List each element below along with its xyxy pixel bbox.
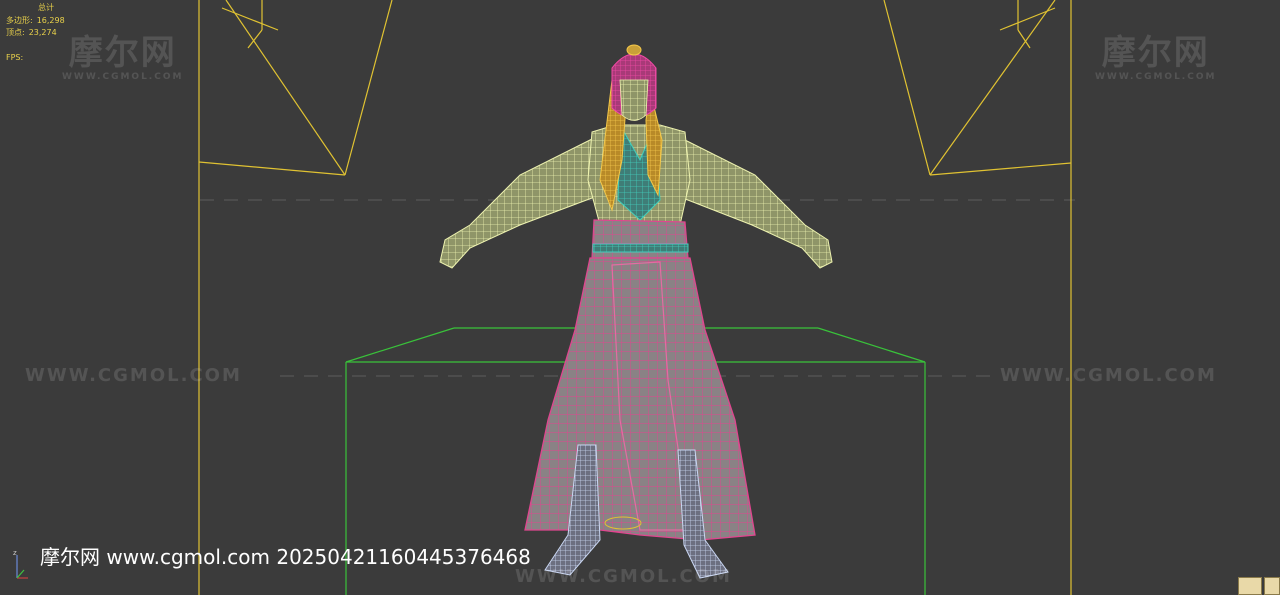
3d-viewport[interactable]: z 总计 多边形: 16,298 顶点: 23,274 FPS: 摩尔网 WWW…: [0, 0, 1280, 595]
viewcube-icon[interactable]: [1264, 577, 1280, 595]
watermark-logo-right: 摩尔网 WWW.CGMOL.COM: [1095, 34, 1216, 82]
face-mesh: [619, 79, 649, 121]
stats-header: 总计: [38, 3, 54, 12]
watermark-url-right: WWW.CGMOL.COM: [1000, 365, 1217, 386]
head-topknot: [626, 44, 642, 56]
verts-value: 23,274: [28, 28, 57, 37]
scene-render: z: [13, 0, 1075, 595]
verts-label: 顶点:: [6, 28, 25, 37]
watermark-url-bottom: WWW.CGMOL.COM: [515, 566, 732, 587]
svg-text:z: z: [13, 549, 17, 557]
watermark-logo-en: WWW.CGMOL.COM: [1095, 72, 1217, 82]
watermark-logo-cn: 摩尔网: [1101, 33, 1210, 73]
left-arm-mesh: [439, 134, 601, 269]
polys-value: 16,298: [36, 15, 65, 25]
camera-frame-right: [883, 0, 1072, 595]
viewcube-home-icon[interactable]: [1238, 577, 1262, 595]
watermark-logo-left: 摩尔网 WWW.CGMOL.COM: [62, 34, 183, 82]
character-wireframe-model[interactable]: [439, 44, 833, 579]
fps-label: FPS:: [6, 53, 24, 62]
xyz-axis-icon: z: [13, 549, 28, 579]
watermark-logo-en: WWW.CGMOL.COM: [62, 72, 184, 82]
belt-band: [592, 243, 689, 253]
viewport-statistics: 总计 多边形: 16,298 顶点: 23,274: [6, 2, 65, 40]
image-caption: 摩尔网 www.cgmol.com 20250421160445376468: [40, 545, 531, 569]
watermark-logo-cn: 摩尔网: [68, 33, 177, 73]
polys-label: 多边形:: [6, 15, 33, 25]
watermark-url-left: WWW.CGMOL.COM: [25, 365, 242, 386]
right-arm-mesh: [674, 134, 833, 269]
camera-frame-left: [198, 0, 393, 595]
